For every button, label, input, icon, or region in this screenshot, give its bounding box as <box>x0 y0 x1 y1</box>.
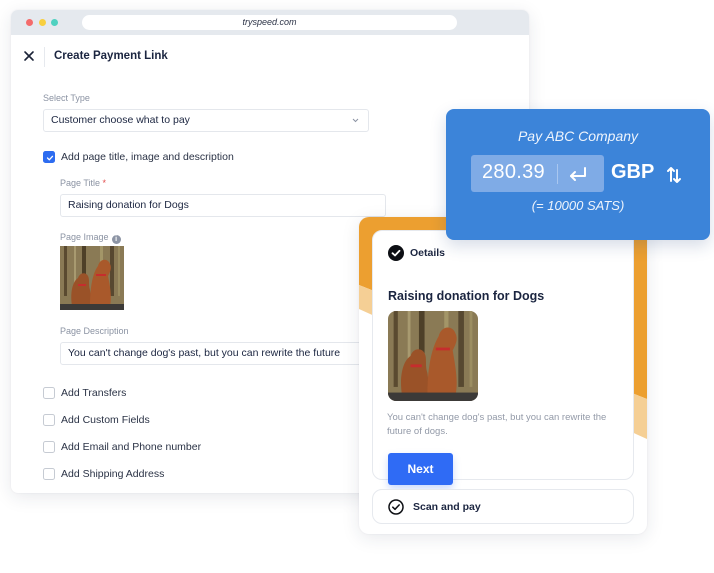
page-description-value: You can't change dog's past, but you can… <box>68 347 341 359</box>
select-type-dropdown[interactable]: Customer choose what to pay <box>43 109 369 132</box>
page-title-label: Page Title * <box>60 178 106 188</box>
close-icon[interactable] <box>22 49 36 63</box>
sats-conversion: (= 10000 SATS) <box>531 198 625 213</box>
window-maximize-dot[interactable] <box>51 19 58 26</box>
chevron-down-icon <box>352 118 359 123</box>
add-custom-fields-label: Add Custom Fields <box>61 414 150 426</box>
scan-and-pay-step[interactable]: Scan and pay <box>372 489 634 524</box>
amount-input[interactable]: 280.39 <box>471 155 604 192</box>
page-image-thumbnail[interactable] <box>60 246 124 310</box>
page-title-value: Raising donation for Dogs <box>68 199 189 211</box>
preview-image <box>388 311 478 401</box>
page-details-checkbox-label: Add page title, image and description <box>61 151 234 163</box>
select-type-value: Customer choose what to pay <box>51 114 190 126</box>
check-circle-outline-icon <box>388 499 404 515</box>
window-close-dot[interactable] <box>26 19 33 26</box>
window-minimize-dot[interactable] <box>39 19 46 26</box>
add-transfers-label: Add Transfers <box>61 387 127 399</box>
page-title: Create Payment Link <box>54 50 168 62</box>
check-circle-filled-icon <box>388 245 404 261</box>
form-header: Create Payment Link <box>11 35 529 79</box>
currency-label: GBP <box>611 161 655 183</box>
preview-title: Raising donation for Dogs <box>388 289 545 303</box>
page-description-input[interactable]: You can't change dog's past, but you can… <box>60 342 390 365</box>
add-transfers-checkbox[interactable] <box>43 387 55 399</box>
add-custom-fields-checkbox[interactable] <box>43 414 55 426</box>
details-step-header: Oetails <box>388 245 445 261</box>
payment-preview-card: Oetails Raising donation for Dogs You ca… <box>359 217 647 534</box>
option-add-custom-fields[interactable]: Add Custom Fields <box>43 414 150 426</box>
info-icon[interactable]: i <box>111 235 121 244</box>
scan-and-pay-label: Scan and pay <box>413 501 481 513</box>
add-shipping-address-checkbox[interactable] <box>43 468 55 480</box>
details-step-label: Oetails <box>410 247 446 259</box>
pay-to-label: Pay ABC Company <box>517 128 639 144</box>
option-add-shipping-address[interactable]: Add Shipping Address <box>43 468 164 480</box>
browser-titlebar: tryspeed.com <box>11 10 529 35</box>
dogs-photo <box>388 311 478 401</box>
enter-icon[interactable] <box>567 166 589 184</box>
option-add-email-phone[interactable]: Add Email and Phone number <box>43 441 201 453</box>
page-description-label: Page Description <box>60 326 129 336</box>
pay-amount-card: Pay ABC Company 280.39 GBP (= 10000 SATS… <box>446 109 710 240</box>
page-title-input[interactable]: Raising donation for Dogs <box>60 194 386 217</box>
url-bar[interactable]: tryspeed.com <box>82 15 457 30</box>
option-add-transfers[interactable]: Add Transfers <box>43 387 126 399</box>
next-button[interactable]: Next <box>388 453 453 485</box>
required-mark: * <box>102 178 107 188</box>
swap-icon[interactable] <box>666 165 682 185</box>
checkmark-icon <box>46 155 54 161</box>
preview-description: You can't change dog's past, but you can… <box>387 412 607 437</box>
page-details-checkbox-row[interactable]: Add page title, image and description <box>43 151 234 163</box>
page-details-checkbox[interactable] <box>43 151 55 163</box>
page-image-label-text: Page Image <box>60 232 109 242</box>
page-title-label-text: Page Title <box>60 178 101 188</box>
add-email-phone-checkbox[interactable] <box>43 441 55 453</box>
amount-value: 280.39 <box>482 161 545 183</box>
text-caret <box>557 164 558 184</box>
dogs-photo <box>60 246 124 310</box>
add-shipping-address-label: Add Shipping Address <box>61 468 165 480</box>
page-image-label: Page Image i <box>60 232 121 244</box>
select-type-label: Select Type <box>43 93 90 103</box>
add-email-phone-label: Add Email and Phone number <box>61 441 202 453</box>
header-divider <box>44 47 45 67</box>
details-panel: Oetails Raising donation for Dogs You ca… <box>372 230 634 485</box>
